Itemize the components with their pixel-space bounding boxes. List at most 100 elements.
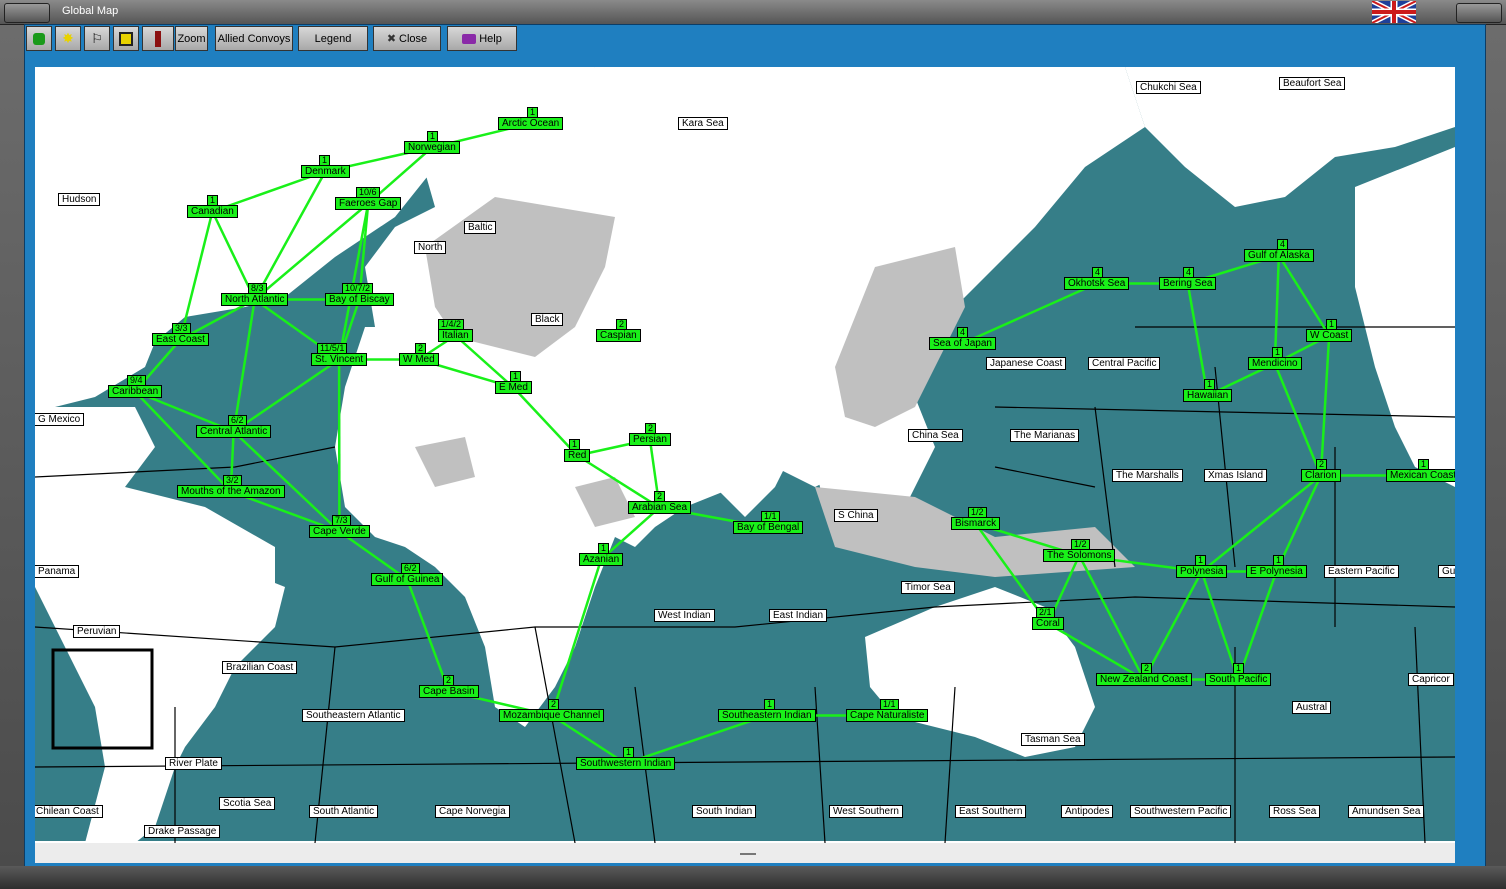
convoy-route-line [1142,570,1203,681]
union-flag-icon[interactable] [1372,1,1416,23]
zone-label: Hawaiian [1183,389,1233,402]
convoy-route-line [232,299,256,432]
sea-label-tasman[interactable]: Tasman Sea [1021,733,1085,746]
convoy-route-line [232,358,340,433]
zone-label: Southeastern Indian [718,709,816,722]
sea-label-gu[interactable]: Gu [1438,565,1455,578]
sea-label-scotia[interactable]: Scotia Sea [219,797,276,810]
sea-label-brazilian-coast[interactable]: Brazilian Coast [222,661,298,674]
sea-label-drake-passage[interactable]: Drake Passage [144,825,221,838]
scroll-grip[interactable] [740,853,756,855]
sea-label-south-indian[interactable]: South Indian [692,805,757,818]
sea-label-baltic[interactable]: Baltic [464,221,497,234]
sea-label-amundsen[interactable]: Amundsen Sea [1348,805,1425,818]
zone-label: Denmark [301,165,350,178]
system-menu-button[interactable] [4,3,50,23]
window-bottom-bar [0,866,1506,889]
sea-label-west-indian[interactable]: West Indian [654,609,715,622]
zone-label: Central Atlantic [196,425,272,438]
zone-label: Okhotsk Sea [1064,277,1130,290]
zone-label: E Med [495,381,532,394]
zone-label: Faeroes Gap [335,197,402,210]
sea-label-east-indian[interactable]: East Indian [769,609,828,622]
window-button[interactable] [113,26,139,51]
sea-label-chilean-coast[interactable]: Chilean Coast [35,805,103,818]
zone-label: Mouths of the Amazon [177,485,285,498]
window-icon [119,31,133,46]
sea-label-ross[interactable]: Ross Sea [1269,805,1321,818]
sea-label-north[interactable]: North [414,241,447,254]
zone-label: Mozambique Channel [499,709,605,722]
zone-label: Cape Verde [309,525,370,538]
flag-button[interactable]: ⚐ [84,26,110,51]
zone-label: Persian [629,433,671,446]
sea-label-peruvian[interactable]: Peruvian [73,625,121,638]
sea-label-s-china[interactable]: S China [834,509,878,522]
zone-label: W Coast [1306,329,1353,342]
allied-convoys-button[interactable]: Allied Convoys [215,26,293,51]
sea-label-timor[interactable]: Timor Sea [901,581,955,594]
sea-label-central-pacific[interactable]: Central Pacific [1088,357,1161,370]
convoy-route-line [232,430,341,533]
zone-label: Southwestern Indian [576,757,676,770]
sea-label-xmas-island[interactable]: Xmas Island [1204,469,1268,482]
zone-label: New Zealand Coast [1096,673,1192,686]
sea-label-marianas[interactable]: The Marianas [1010,429,1080,442]
sea-label-kara[interactable]: Kara Sea [678,117,728,130]
ship-icon [155,30,161,47]
sea-label-marshalls[interactable]: The Marshalls [1112,469,1183,482]
help-button[interactable]: Help [447,26,517,51]
sun-button[interactable]: ✸ [55,26,81,51]
help-label: Help [479,32,502,45]
sea-label-antipodes[interactable]: Antipodes [1061,805,1114,818]
sea-label-japanese-coast[interactable]: Japanese Coast [986,357,1067,370]
close-window-button[interactable] [1456,3,1502,23]
sea-label-capricor[interactable]: Capricor [1408,673,1454,686]
flag-icon: ⚐ [91,30,103,46]
sea-label-east-southern[interactable]: East Southern [955,805,1027,818]
zone-label: Caribbean [108,385,163,398]
title-bar[interactable]: Global Map [0,0,1506,25]
close-label: Close [399,32,428,45]
sea-label-south-atlantic[interactable]: South Atlantic [309,805,379,818]
hexagon-icon [33,32,45,45]
zoom-button[interactable]: Zoom [175,26,208,51]
zone-label: W Med [399,353,439,366]
sea-label-southeastern-atlantic[interactable]: Southeastern Atlantic [302,709,405,722]
sea-label-chukchi[interactable]: Chukchi Sea [1136,81,1201,94]
sea-label-china-sea[interactable]: China Sea [908,429,963,442]
convoy-route-line [961,282,1098,345]
sea-label-west-southern[interactable]: West Southern [829,805,903,818]
sea-label-eastern-pacific[interactable]: Eastern Pacific [1324,565,1399,578]
zone-label: Norwegian [404,141,460,154]
sea-label-hudson[interactable]: Hudson [58,193,101,206]
sea-label-river-plate[interactable]: River Plate [165,757,222,770]
sea-label-southwestern-pacific[interactable]: Southwestern Pacific [1130,805,1232,818]
green-hex-button[interactable] [26,26,52,51]
sea-label-cape-norvegia[interactable]: Cape Norvegia [435,805,510,818]
zone-label: The Solomons [1043,549,1116,562]
close-button[interactable]: ✖ Close [373,26,441,51]
zone-label: Caspian [596,329,641,342]
zone-label: Italian [438,329,473,342]
sea-label-austral[interactable]: Austral [1292,701,1332,714]
sea-label-g-mexico[interactable]: G Mexico [35,413,85,426]
land-north-america-west [1355,147,1455,487]
sea-label-panama[interactable]: Panama [35,565,80,578]
sea-label-beaufort[interactable]: Beaufort Sea [1279,77,1346,90]
map-land-layer [35,67,1455,843]
convoy-route-line [1200,474,1322,573]
global-map[interactable]: Chukchi Sea Beaufort Sea Kara Sea Hudson… [35,67,1455,843]
legend-button[interactable]: Legend [298,26,368,51]
zone-label: Coral [1032,617,1064,630]
zone-label: Bay of Biscay [325,293,394,306]
zone-label: St. Vincent [311,353,368,366]
zone-label: Bering Sea [1159,277,1217,290]
land-australia [865,587,1095,757]
sea-label-black[interactable]: Black [531,313,564,326]
zone-label: North Atlantic [221,293,289,306]
convoy-route-line [1273,363,1322,476]
ship-button[interactable] [142,26,174,51]
zone-label: Mexican Coast [1386,469,1455,482]
window-title: Global Map [62,5,119,17]
